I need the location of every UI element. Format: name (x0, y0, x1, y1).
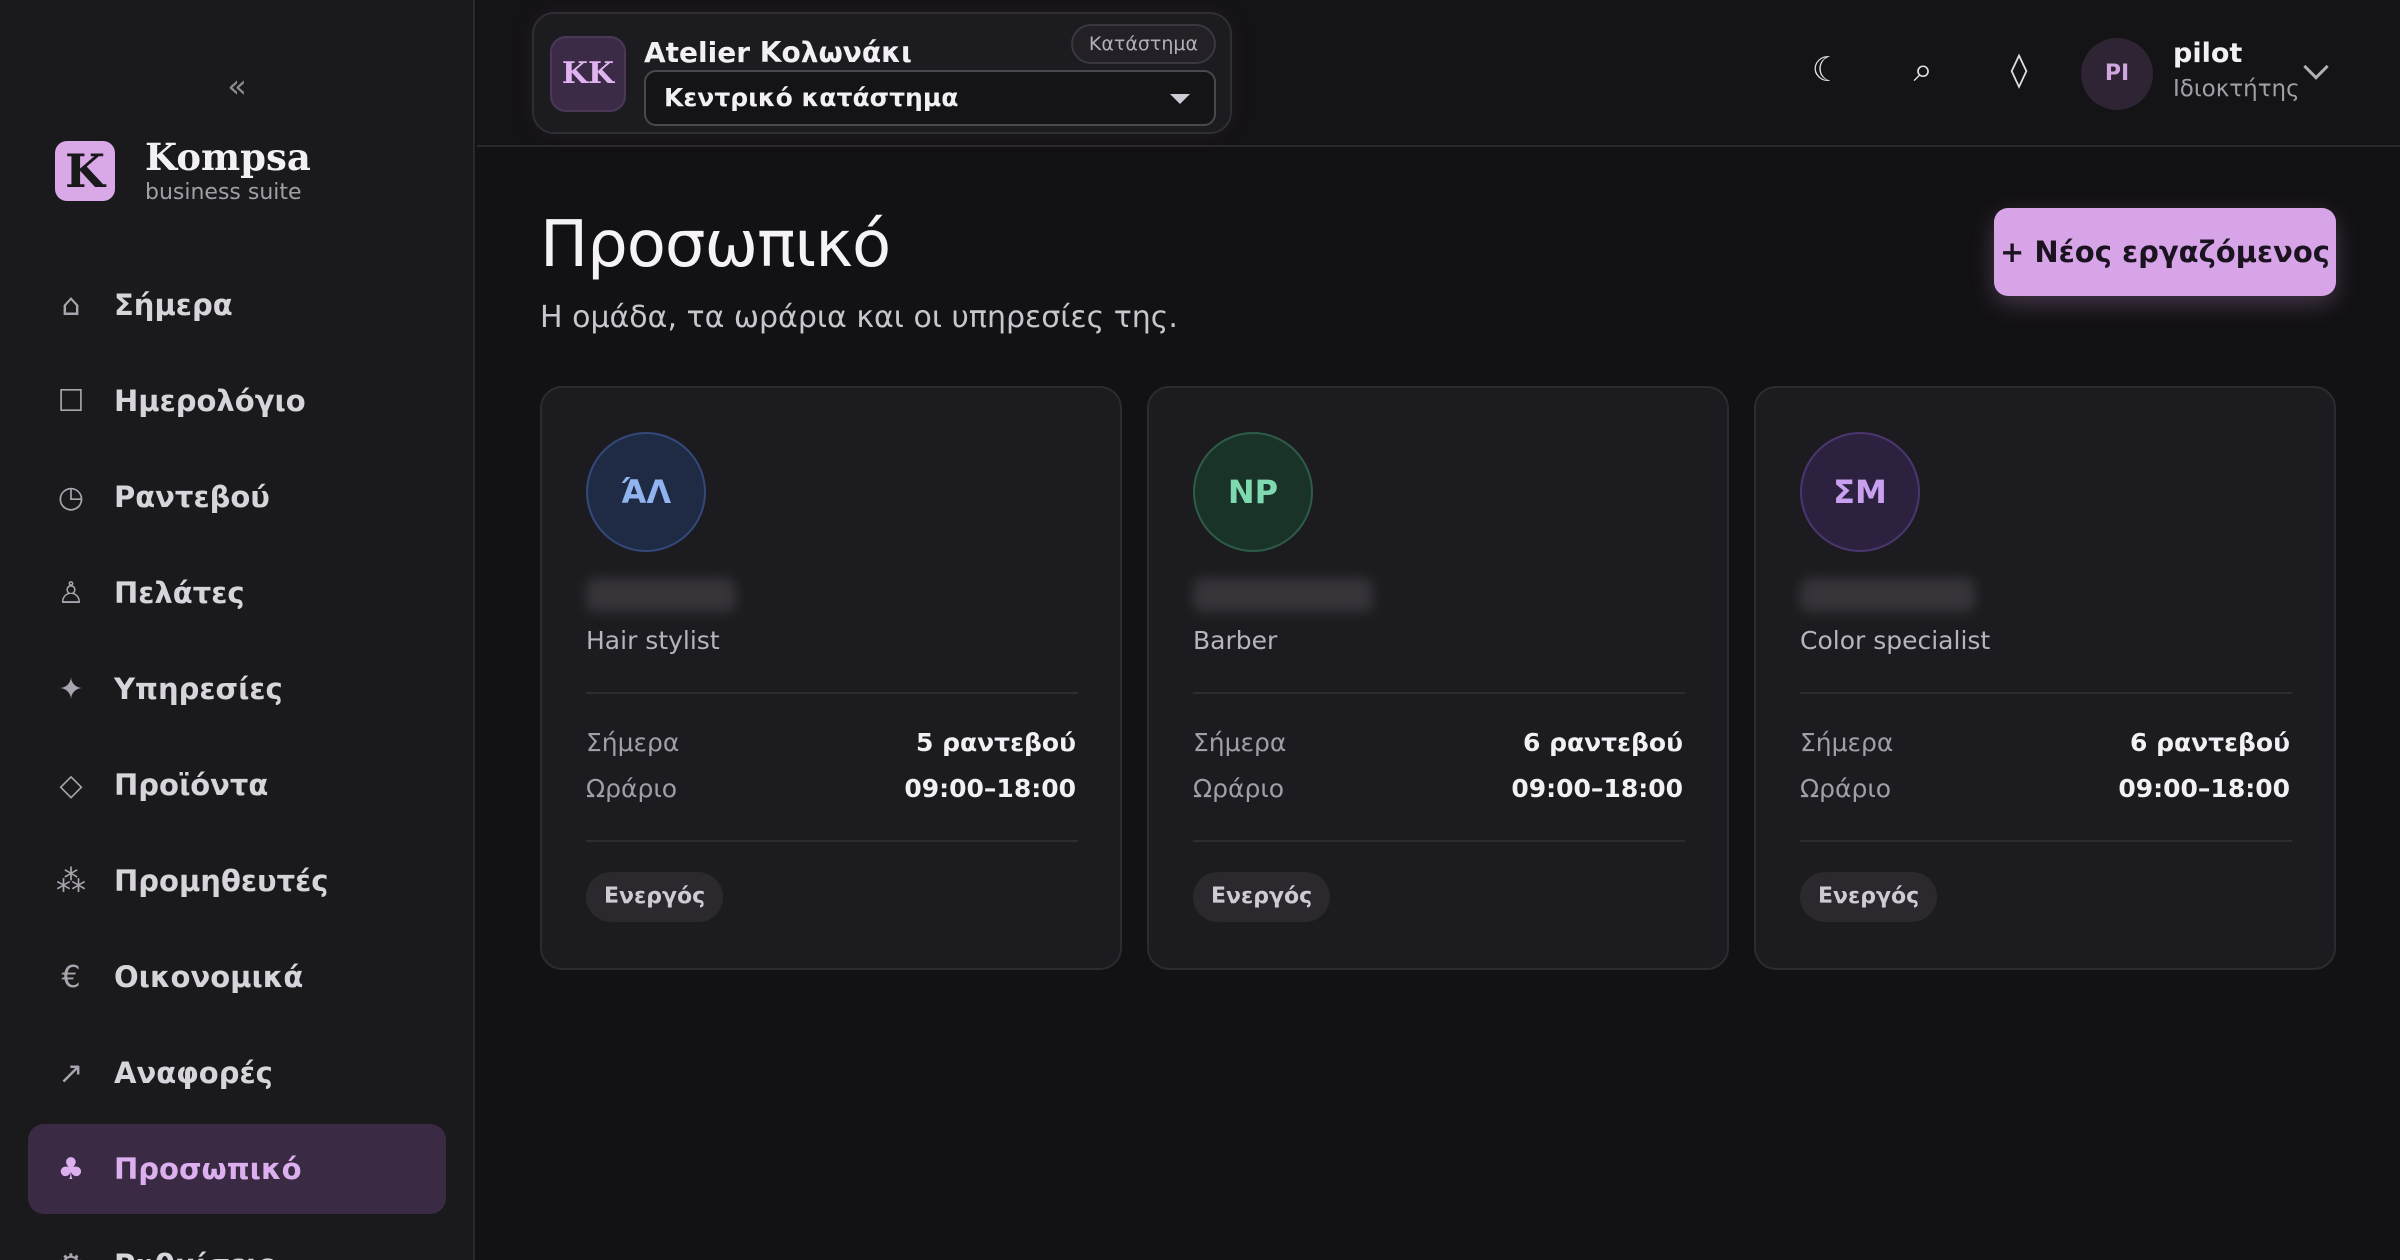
hours-label: Ωράριο (1193, 774, 1285, 803)
sidebar-item-settings[interactable]: ⚙ Ρυθμίσεις (28, 1220, 446, 1260)
sidebar-item-appointments[interactable]: ◷ Ραντεβού (28, 452, 446, 542)
sidebar-item-finance[interactable]: € Οικονομικά (28, 932, 446, 1022)
today-label: Σήμερα (586, 728, 680, 757)
store-type-badge: Κατάστημα (1070, 24, 1216, 64)
sidebar-item-label: Ραντεβού (114, 480, 270, 514)
moon-icon[interactable]: ☾ (1805, 48, 1849, 92)
sidebar-item-label: Ημερολόγιο (114, 384, 306, 418)
sidebar-item-clients[interactable]: ♙ Πελάτες (28, 548, 446, 638)
store-select-value: Κεντρικό κατάστημα (664, 83, 959, 112)
staff-name-redacted (586, 578, 736, 612)
euro-icon: € (61, 959, 81, 995)
sidebar-item-label: Σήμερα (114, 288, 233, 322)
brand[interactable]: K Kompsa business suite (55, 136, 311, 205)
today-value: 5 ραντεβού (915, 728, 1076, 757)
nodes-icon: ⁂ (56, 863, 86, 899)
hours-value: 09:00–18:00 (1511, 774, 1683, 803)
person-icon: ♙ (57, 575, 85, 611)
chevron-down-icon[interactable] (2303, 54, 2329, 80)
store-name: Atelier Κολωνάκι (644, 36, 912, 69)
clock-icon: ◷ (57, 479, 85, 515)
staff-icon: ♣ (57, 1151, 85, 1187)
staff-cards: ΆΛ Hair stylist Σήμερα 5 ραντεβού Ωράριο… (540, 386, 2336, 970)
staff-name-redacted (1193, 578, 1373, 612)
status-badge: Ενεργός (586, 872, 724, 922)
sidebar-item-label: Υπηρεσίες (114, 672, 283, 706)
sidebar: « K Kompsa business suite ⌂ Σήμερα ☐ Ημε… (0, 0, 475, 1260)
settings-icon: ⚙ (54, 1248, 88, 1260)
hours-label: Ωράριο (586, 774, 678, 803)
store-avatar: KK (550, 36, 626, 112)
page-title: Προσωπικό (540, 208, 891, 282)
today-label: Σήμερα (1800, 728, 1894, 757)
sidebar-item-reports[interactable]: ↗ Αναφορές (28, 1028, 446, 1118)
sparkle-icon: ✦ (58, 671, 84, 707)
store-select[interactable]: Κεντρικό κατάστημα (644, 70, 1216, 126)
sidebar-item-label: Οικονομικά (114, 960, 304, 994)
hours-label: Ωράριο (1800, 774, 1892, 803)
collapse-sidebar-button[interactable]: « (222, 66, 252, 106)
sidebar-item-label: Προϊόντα (114, 768, 269, 802)
hours-value: 09:00–18:00 (904, 774, 1076, 803)
sidebar-item-services[interactable]: ✦ Υπηρεσίες (28, 644, 446, 734)
sidebar-item-label: Ρυθμίσεις (114, 1248, 275, 1260)
staff-name-redacted (1800, 578, 1975, 612)
add-employee-button[interactable]: + Νέος εργαζόμενος (1994, 208, 2336, 296)
brand-logo: K (55, 140, 115, 201)
today-label: Σήμερα (1193, 728, 1287, 757)
avatar: NP (1193, 432, 1313, 552)
avatar: ΣΜ (1800, 432, 1920, 552)
user-name[interactable]: pilot (2173, 38, 2242, 69)
sidebar-item-label: Προσωπικό (114, 1152, 302, 1186)
divider (586, 840, 1078, 842)
staff-card[interactable]: ΆΛ Hair stylist Σήμερα 5 ραντεβού Ωράριο… (540, 386, 1122, 970)
sidebar-item-label: Πελάτες (114, 576, 245, 610)
sidebar-item-calendar[interactable]: ☐ Ημερολόγιο (28, 356, 446, 446)
avatar: ΆΛ (586, 432, 706, 552)
avatar[interactable]: PI (2081, 38, 2153, 110)
status-badge: Ενεργός (1193, 872, 1331, 922)
sidebar-item-label: Αναφορές (114, 1056, 273, 1090)
staff-role: Color specialist (1800, 626, 1991, 655)
status-badge: Ενεργός (1800, 872, 1938, 922)
sidebar-nav: ⌂ Σήμερα ☐ Ημερολόγιο ◷ Ραντεβού ♙ Πελάτ… (28, 260, 446, 1260)
search-icon[interactable]: ⌕ (1901, 48, 1945, 92)
diamond-icon[interactable]: ◊ (1997, 48, 2041, 92)
staff-card[interactable]: NP Barber Σήμερα 6 ραντεβού Ωράριο 09:00… (1147, 386, 1729, 970)
sidebar-item-staff[interactable]: ♣ Προσωπικό (28, 1124, 446, 1214)
divider (1800, 692, 2292, 694)
caret-down-icon (1170, 94, 1190, 104)
sidebar-item-label: Προμηθευτές (114, 864, 329, 898)
sidebar-item-suppliers[interactable]: ⁂ Προμηθευτές (28, 836, 446, 926)
today-value: 6 ραντεβού (2129, 728, 2290, 757)
staff-role: Hair stylist (586, 626, 720, 655)
calendar-icon: ☐ (57, 383, 85, 419)
today-value: 6 ραντεβού (1522, 728, 1683, 757)
sidebar-item-today[interactable]: ⌂ Σήμερα (28, 260, 446, 350)
page-subtitle: Η ομάδα, τα ωράρια και οι υπηρεσίες της. (540, 300, 1178, 335)
divider (586, 692, 1078, 694)
staff-role: Barber (1193, 626, 1278, 655)
staff-card[interactable]: ΣΜ Color specialist Σήμερα 6 ραντεβού Ωρ… (1754, 386, 2336, 970)
home-icon: ⌂ (61, 287, 81, 323)
sidebar-item-products[interactable]: ◇ Προϊόντα (28, 740, 446, 830)
arrow-up-right-icon: ↗ (58, 1055, 84, 1091)
hours-value: 09:00–18:00 (2118, 774, 2290, 803)
brand-subtitle: business suite (145, 180, 302, 205)
divider (1193, 840, 1685, 842)
divider (1800, 840, 2292, 842)
user-role: Ιδιοκτήτης (2173, 76, 2300, 102)
store-switcher: KK Atelier Κολωνάκι Κατάστημα Κεντρικό κ… (532, 12, 1232, 134)
topbar: KK Atelier Κολωνάκι Κατάστημα Κεντρικό κ… (477, 0, 2400, 147)
brand-name: Kompsa (145, 135, 311, 179)
divider (1193, 692, 1685, 694)
diamond-icon: ◇ (59, 767, 83, 803)
